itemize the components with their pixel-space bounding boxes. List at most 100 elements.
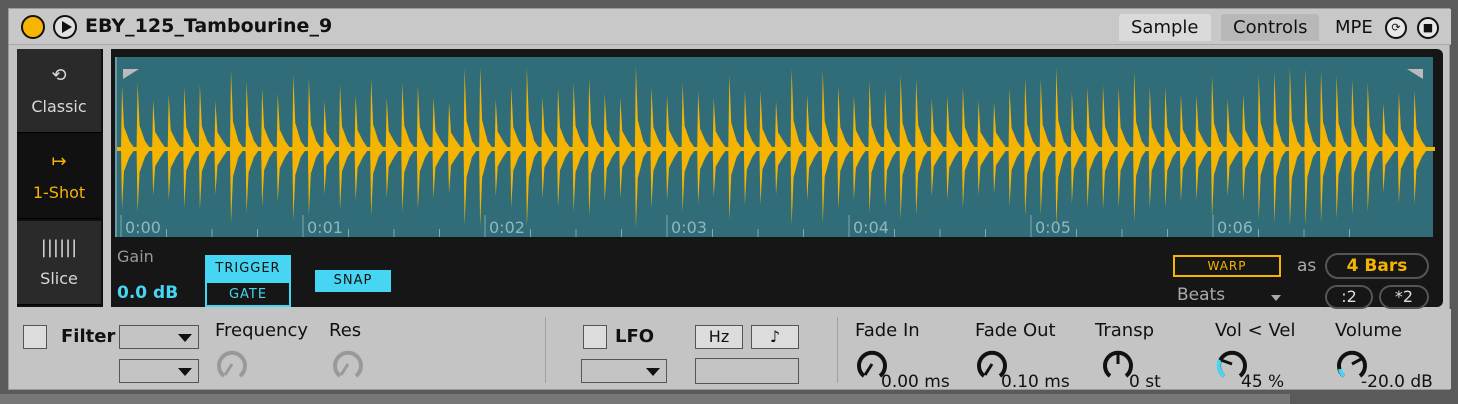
trigger-option[interactable]: TRIGGER <box>207 257 289 281</box>
waveform-transient <box>712 98 727 198</box>
gain-value[interactable]: 0.0 dB <box>117 283 178 303</box>
lfo-toggle[interactable] <box>583 325 607 349</box>
tab-sample[interactable]: Sample <box>1119 14 1211 41</box>
waveform-transient <box>588 78 603 217</box>
waveform-transient <box>354 95 369 201</box>
res-knob[interactable] <box>331 347 365 381</box>
warp-mode-select[interactable]: Beats <box>1177 285 1225 305</box>
waveform-transient <box>619 97 634 198</box>
hz-button[interactable]: Hz <box>695 325 743 349</box>
waveform-transient <box>899 75 914 220</box>
save-preset-icon[interactable]: ■ <box>1417 17 1439 39</box>
note-sync-button[interactable]: ♪ <box>751 325 799 349</box>
waveform-transient <box>1164 87 1179 208</box>
warp-button[interactable]: WARP <box>1173 255 1281 277</box>
playback-mode-selector: ⟲ Classic ↦ 1-Shot |||||| Slice <box>17 49 103 307</box>
waveform-transient <box>697 91 712 204</box>
waveform-transient <box>806 94 821 201</box>
filter-type-dropdown[interactable] <box>119 325 199 349</box>
mode-1-shot[interactable]: ↦ 1-Shot <box>17 135 101 219</box>
preview-play-button[interactable] <box>53 15 77 39</box>
filter-toggle[interactable] <box>23 325 47 349</box>
time-label: 0:03 <box>671 218 707 237</box>
waveform-transient <box>666 95 681 201</box>
waveform-transient <box>292 74 307 220</box>
end-marker[interactable] <box>1407 69 1423 89</box>
waveform-display[interactable]: 0:00 0:01 0:02 0:03 0:04 0:05 0:06 <box>115 57 1435 237</box>
mpe-toggle[interactable]: MPE <box>1335 14 1373 41</box>
waveform-transient <box>868 81 883 214</box>
waveform-transient <box>775 100 790 195</box>
waveform-transient <box>525 67 540 227</box>
waveform-transient <box>1055 67 1070 227</box>
time-label: 0:01 <box>307 218 343 237</box>
bottom-controls: Filter Frequency Res LFO Hz ♪ Fade In 0.… <box>9 309 1451 392</box>
vol-vel-label: Vol < Vel <box>1215 320 1296 341</box>
waveform-transient <box>1273 71 1288 223</box>
waveform-transient <box>432 97 447 199</box>
waveform-transient <box>1102 85 1117 210</box>
waveform-transient <box>416 85 431 210</box>
waveform-transient <box>977 100 992 196</box>
filter-label: Filter <box>61 326 116 347</box>
volume-label: Volume <box>1335 320 1402 341</box>
waveform-transient <box>852 95 867 201</box>
waveform-transient <box>1008 88 1023 207</box>
waveform-transient <box>1413 90 1428 205</box>
waveform-transient <box>1086 87 1101 208</box>
waveform-transient <box>1133 72 1148 223</box>
horizontal-scrollbar[interactable] <box>0 394 1290 404</box>
waveform-transient <box>743 90 758 205</box>
waveform-transient <box>1257 74 1272 220</box>
mode-slice[interactable]: |||||| Slice <box>17 221 101 305</box>
lfo-rate-field[interactable] <box>695 358 799 384</box>
time-label: 0:05 <box>1035 218 1071 237</box>
double-length-button[interactable]: *2 <box>1379 285 1429 309</box>
snap-button[interactable]: SNAP <box>315 270 391 292</box>
waveform-transient <box>1195 95 1210 201</box>
sample-display: 0:00 0:01 0:02 0:03 0:04 0:05 0:06 Gain 0.0 dB… <box>111 49 1443 309</box>
waveform-transient <box>1288 67 1303 227</box>
start-marker[interactable] <box>123 69 139 89</box>
waveform-transient <box>183 87 198 208</box>
time-label: 0:04 <box>853 218 889 237</box>
oneshot-arrow-icon: ↦ <box>51 151 67 172</box>
waveform-transient <box>152 99 167 196</box>
device-power-button[interactable] <box>21 15 45 39</box>
waveform-transient <box>198 84 213 211</box>
lfo-wave-dropdown[interactable] <box>581 359 667 383</box>
waveform-transient <box>541 96 556 199</box>
trigger-gate-switch[interactable]: TRIGGER GATE <box>205 255 291 307</box>
filter-slope-dropdown[interactable] <box>119 359 199 383</box>
fade-in-value: 0.00 ms <box>881 372 950 392</box>
half-length-button[interactable]: :2 <box>1325 285 1373 309</box>
transp-value: 0 st <box>1129 372 1161 392</box>
frequency-knob[interactable] <box>215 347 249 381</box>
waveform-transient <box>1226 98 1241 197</box>
sample-title: EBY_125_Tambourine_9 <box>85 15 333 37</box>
time-label: 0:06 <box>1217 218 1253 237</box>
waveform-transient <box>821 70 836 224</box>
waveform-transient <box>993 102 1008 194</box>
waveform-transient <box>307 79 322 216</box>
waveform-transient <box>572 83 587 212</box>
waveform-transient <box>385 97 400 198</box>
waveform-transient <box>401 82 416 212</box>
hot-swap-icon[interactable]: ⟳ <box>1385 17 1407 39</box>
fade-out-label: Fade Out <box>975 320 1056 341</box>
warp-bars-value[interactable]: 4 Bars <box>1325 253 1429 279</box>
chevron-down-icon[interactable] <box>1271 295 1281 301</box>
mode-classic[interactable]: ⟲ Classic <box>17 49 101 133</box>
waveform-transient <box>603 93 618 202</box>
tab-controls[interactable]: Controls <box>1221 14 1320 41</box>
waveform-transient <box>1335 75 1350 219</box>
as-label: as <box>1297 256 1317 276</box>
waveform-transient <box>634 66 649 228</box>
gate-option[interactable]: GATE <box>207 281 289 305</box>
simpler-device: EBY_125_Tambourine_9 Sample Controls MPE… <box>8 8 1451 392</box>
res-label: Res <box>329 320 362 341</box>
waveform-transient <box>1148 86 1163 209</box>
waveform-transient <box>961 86 976 209</box>
waveform-transient <box>1304 68 1319 226</box>
waveform-svg: 0:00 0:01 0:02 0:03 0:04 0:05 0:06 <box>117 66 1435 237</box>
